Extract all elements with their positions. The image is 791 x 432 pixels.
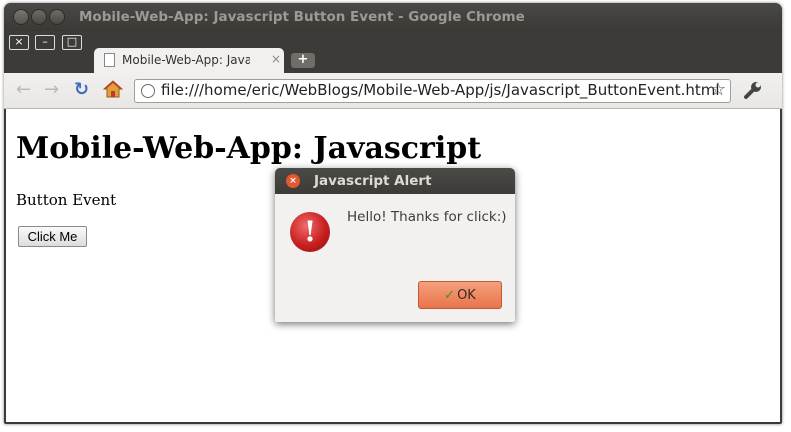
page-content: Mobile-Web-App: Javascript Button Event …	[6, 109, 780, 422]
tabstrip-close-button[interactable]: ×	[9, 35, 29, 50]
tab-active[interactable]: Mobile-Web-App: Javascript ×	[94, 48, 284, 73]
reload-icon[interactable]: ↻	[74, 80, 89, 100]
url-text[interactable]: file:///home/eric/WebBlogs/Mobile-Web-Ap…	[161, 81, 720, 99]
check-icon: ✓	[444, 287, 456, 303]
wrench-icon[interactable]	[742, 81, 764, 101]
page-heading: Mobile-Web-App: Javascript	[16, 131, 482, 166]
tabstrip-maximize-button[interactable]: □	[62, 35, 82, 50]
error-icon: !	[290, 212, 330, 252]
tab-close-icon[interactable]: ×	[271, 52, 281, 66]
alert-title: Javascript Alert	[314, 173, 432, 189]
page-icon	[104, 53, 115, 67]
back-icon[interactable]: ←	[16, 80, 31, 100]
tab-strip: × – □ Mobile-Web-App: Javascript × +	[4, 31, 782, 73]
ok-button[interactable]: ✓ OK	[418, 281, 502, 309]
tabstrip-minimize-button[interactable]: –	[35, 35, 55, 50]
window-minimize-button[interactable]	[31, 9, 47, 25]
page-subtitle: Button Event	[16, 191, 117, 209]
chrome-window: Mobile-Web-App: Javascript Button Event …	[4, 3, 782, 424]
window-close-button[interactable]	[13, 9, 29, 25]
bookmark-star-icon[interactable]: ☆	[710, 79, 726, 100]
alert-close-icon[interactable]: ×	[286, 174, 300, 188]
browser-toolbar: ← → ↻ file:///home/eric/WebBlogs/Mobile-…	[4, 73, 782, 109]
globe-icon	[141, 84, 155, 98]
tab-label: Mobile-Web-App: Javascript	[122, 53, 250, 67]
window-maximize-button[interactable]	[49, 9, 65, 25]
forward-icon[interactable]: →	[44, 80, 59, 100]
javascript-alert-dialog: × Javascript Alert ! Hello! Thanks for c…	[275, 168, 515, 322]
window-title: Mobile-Web-App: Javascript Button Event …	[79, 9, 525, 25]
title-bar[interactable]: Mobile-Web-App: Javascript Button Event …	[4, 3, 782, 31]
new-tab-button[interactable]: +	[291, 53, 315, 68]
click-me-button[interactable]: Click Me	[18, 226, 87, 247]
address-bar[interactable]: file:///home/eric/WebBlogs/Mobile-Web-Ap…	[134, 79, 731, 103]
alert-title-bar[interactable]: × Javascript Alert	[275, 168, 515, 194]
ok-label: OK	[457, 287, 476, 303]
alert-message: Hello! Thanks for click:)	[347, 209, 507, 225]
home-icon[interactable]	[102, 79, 124, 99]
